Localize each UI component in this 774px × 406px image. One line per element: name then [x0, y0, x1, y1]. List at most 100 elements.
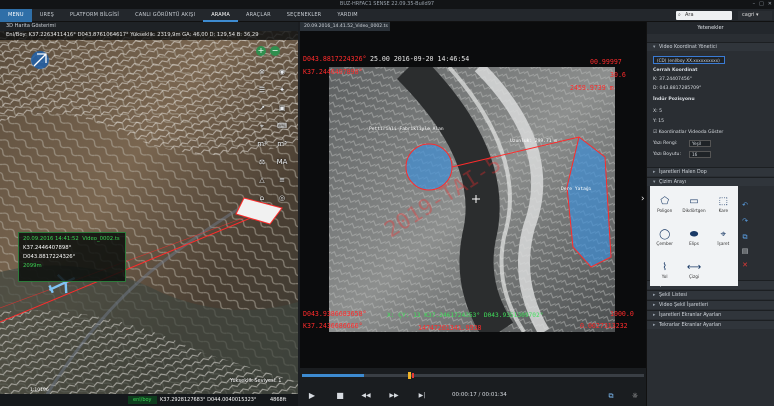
tool-circle[interactable]: ◯ Çember — [650, 222, 679, 253]
tool-polygon[interactable]: ⬠ Poligon — [650, 189, 679, 220]
copy-icon[interactable]: ⧉ — [740, 232, 750, 242]
map-tool-focus-icon[interactable]: ◎ — [272, 192, 292, 204]
overlay-bottom-right-1: 1000.0 — [610, 310, 634, 318]
section-drawing[interactable]: ▾ Çizim Arayı — [647, 177, 774, 186]
redo-icon[interactable]: ↷ — [740, 216, 750, 226]
map-tool-ma-icon[interactable]: MA — [272, 156, 292, 168]
stop-button[interactable]: ■ — [334, 391, 346, 401]
video-time: 00:00:17 / 00:01:34 — [452, 392, 507, 398]
show-coords-checkbox[interactable]: ☑ Koordinatlar Videoda Göster — [653, 130, 723, 135]
video-tab[interactable]: 20.09.2016_14.41.52_Video_0002.ts — [300, 22, 390, 31]
map-tool-frame-icon[interactable]: ▣ — [272, 102, 292, 114]
annotation-length-label[interactable]: Uzunluk: 299.71 m — [510, 139, 557, 144]
menu-item-platform[interactable]: PLATFORM BİLGİSİ — [62, 9, 127, 22]
coordinate-format-select[interactable]: (CD) (enl/boy XX.xxxxxxxxxx) — [653, 56, 725, 64]
overlay-top-center: 25.00 2016-09-20 14:46:54 — [370, 55, 470, 63]
minimize-icon[interactable]: – — [753, 0, 756, 9]
delete-icon[interactable]: ✕ — [740, 260, 750, 270]
seek-marker-event[interactable] — [412, 373, 414, 378]
tool-square[interactable]: ⬚ Kare — [709, 189, 738, 220]
clipboard-icon[interactable]: ▤ — [740, 246, 750, 256]
circle-icon: ◯ — [659, 229, 671, 240]
map-panel-header: 3D Harita Gösterimi — [0, 22, 298, 31]
map-tool-list-icon[interactable]: ≡ — [272, 174, 292, 186]
user-menu[interactable]: cagri ▾ — [738, 11, 772, 20]
position-y[interactable]: Y: 15 — [653, 119, 664, 124]
position-label: İndür Pozisyonu — [653, 97, 695, 102]
annotation-stream-label[interactable]: Dere Yatağı — [561, 187, 591, 192]
search-input[interactable]: ⌕ Ara — [676, 11, 732, 20]
tool-ellipse[interactable]: ⬬ Elips — [679, 222, 708, 253]
menu-item-options[interactable]: SEÇENEKLER — [279, 9, 330, 22]
section-marker-display[interactable]: ▸ İşaretleri Ekranlar Ayarları — [647, 310, 774, 319]
close-icon[interactable]: ✕ — [768, 0, 772, 9]
map-tool-layers-icon[interactable]: ☰ — [252, 84, 272, 96]
next-frame-button[interactable]: ▶| — [416, 391, 428, 401]
fast-forward-button[interactable]: ▶▶ — [388, 391, 400, 401]
map-tool-volume-icon[interactable]: m³ — [272, 138, 292, 150]
map-tool-measure-icon[interactable]: ↗ — [252, 102, 272, 114]
zoom-out-button[interactable]: − — [270, 46, 280, 56]
video-panel[interactable]: 20.09.2016_14.41.52_Video_0002.ts Pettir… — [300, 22, 646, 406]
cursor-altitude: 4868ft — [270, 397, 287, 403]
overlay-top-left-2: K37.2446407898° — [303, 68, 363, 76]
section-repeat-display[interactable]: ▸ Tekrarlar Ekranlar Ayarları — [647, 320, 774, 329]
tool-marker[interactable]: ⌖ İşaret — [709, 222, 738, 253]
overlay-bottom-center-2: 14747201341.9938 — [418, 324, 482, 332]
seek-bar[interactable] — [302, 372, 644, 379]
square-icon: ⬚ — [718, 196, 729, 207]
tool-rectangle[interactable]: ▭ Dikdörtgen — [679, 189, 708, 220]
window-controls: – □ ✕ — [753, 0, 772, 9]
map-tool-home-icon[interactable]: ⌂ — [252, 192, 272, 204]
map-tool-target-icon[interactable]: ◉ — [272, 66, 292, 78]
font-color-select[interactable]: Yeşil — [689, 140, 711, 147]
snapshot-button[interactable]: ⧉ — [600, 389, 622, 403]
brightness-button[interactable]: ☼ — [624, 389, 646, 403]
menu-item-live-stream[interactable]: CANLI GÖRÜNTÜ AKIŞI — [127, 9, 203, 22]
marker-icon: ⌖ — [720, 229, 727, 240]
rewind-button[interactable]: ◀◀ — [360, 391, 372, 401]
map-toolbar: ⊗ ◉ ☰ ✦ ↗ ▣ ⌖ ⌨ m² m³ ⚖ MA △ ≡ ⌂ ◎ — [252, 66, 292, 204]
map-tool-area-icon[interactable]: m² — [252, 138, 272, 150]
zoom-in-button[interactable]: + — [256, 46, 266, 56]
map-tool-balance-icon[interactable]: ⚖ — [252, 156, 272, 168]
compass-icon — [31, 51, 49, 69]
map-panel[interactable]: 3D Harita Gösterimi Enl/Boy: K37.2263411… — [0, 22, 298, 406]
window-title: BUZ-HRFAC1 SENSE 22.09.35-Build97 — [339, 1, 435, 7]
menu-item-search[interactable]: ARAMA — [203, 9, 239, 22]
maximize-icon[interactable]: □ — [759, 0, 764, 9]
annotation-area-label[interactable]: Pettirinli Fabrikliyle Alan — [369, 127, 444, 132]
map-tool-triangle-icon[interactable]: △ — [252, 174, 272, 186]
path-icon: ⌇ — [662, 262, 668, 273]
overlay-top-right-2: 30.6 — [610, 71, 626, 79]
seek-marker-bookmark[interactable] — [408, 372, 411, 379]
font-color-label: Yazı Rengi: — [653, 141, 678, 146]
section-markers[interactable]: ▸ İşaretleri Halen Dop — [647, 167, 774, 176]
popup-alt: 2099m — [23, 263, 42, 269]
tool-line[interactable]: ⟷ Çizgi — [679, 255, 708, 286]
undo-icon[interactable]: ↶ — [740, 200, 750, 210]
section-video-coordinate[interactable]: ▾ Video Koordinat Yönetici — [647, 42, 774, 51]
expand-panel-chevron-icon[interactable]: › — [640, 194, 645, 204]
menu-item-tools[interactable]: ARAÇLAR — [238, 9, 279, 22]
map-tool-pan-icon[interactable]: ⊗ — [252, 66, 272, 78]
section-video-shapes[interactable]: ▸ Video Şekil İşaretleri — [647, 300, 774, 309]
tool-path[interactable]: ⌇ Yol — [650, 255, 679, 286]
menu-item-menu[interactable]: MENU — [0, 8, 32, 22]
map-tool-crosshair-icon[interactable]: ⌖ — [252, 120, 272, 132]
menu-item-help[interactable]: YARDIM — [329, 9, 365, 22]
map-info-popup[interactable]: 20.09.2016 14:41:52 Video_0002.ts K37.24… — [18, 232, 126, 282]
video-frame[interactable]: Pettirinli Fabrikliyle Alan Uzunluk: 299… — [329, 67, 615, 332]
map-scale: 1:10196 — [30, 388, 49, 393]
section-shape-list[interactable]: ▸ Şekil Listesi — [647, 290, 774, 299]
popup-lon: D043.8817224326° — [23, 254, 76, 260]
position-x[interactable]: X: 5 — [653, 109, 662, 114]
coord-format-badge[interactable]: enl/boy — [128, 396, 157, 404]
map-tool-keyboard-icon[interactable]: ⌨ — [272, 120, 292, 132]
font-size-select[interactable]: 16 — [689, 151, 711, 158]
menu-item-uretim[interactable]: UREŞ — [32, 9, 62, 22]
section-video-coordinate-label: Video Koordinat Yönetici — [659, 45, 717, 50]
overlay-top-right-3: 2459.9739 m — [570, 84, 614, 92]
play-button[interactable]: ▶ — [306, 391, 318, 401]
map-tool-marker-icon[interactable]: ✦ — [272, 84, 292, 96]
